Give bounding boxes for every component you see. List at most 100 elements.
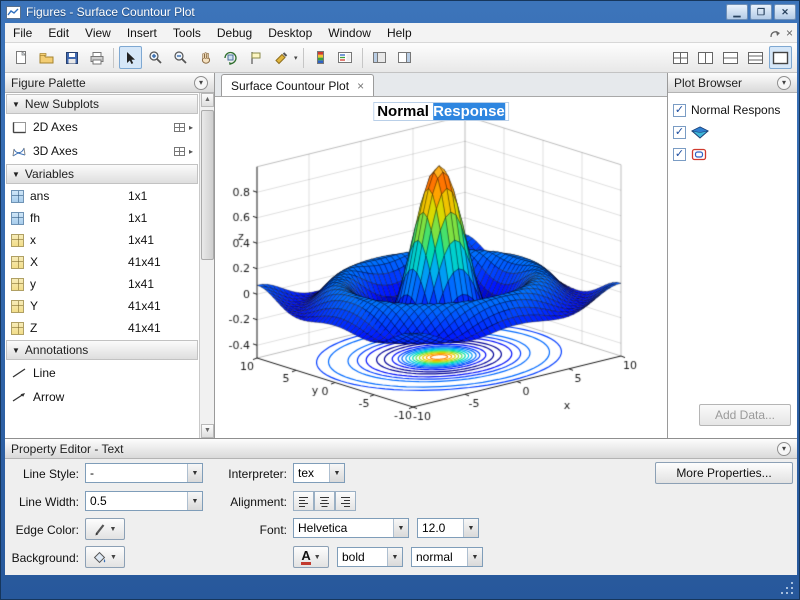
annotation-item-line[interactable]: Line [5,361,199,385]
resize-grip[interactable] [779,580,793,594]
print-icon[interactable] [85,46,108,69]
plot-title-text[interactable]: Normal [377,103,433,120]
variable-row[interactable]: fh1x1 [5,207,199,229]
brush-icon[interactable] [269,46,292,69]
edge-color-button[interactable]: ▼ [85,518,125,540]
scroll-up-icon[interactable]: ▲ [201,93,214,107]
plot-title-selected-text[interactable]: Response [433,103,505,120]
add-data-button[interactable]: Add Data... [699,404,791,426]
section-annotations[interactable]: ▼ Annotations [6,340,198,360]
hide-plot-tools-icon[interactable] [368,46,391,69]
chevron-down-icon[interactable]: ▼ [393,519,408,537]
menu-tools[interactable]: Tools [165,24,209,42]
variable-row[interactable]: Y41x41 [5,295,199,317]
restore-button[interactable]: ❐ [750,4,772,20]
variable-row[interactable]: ans1x1 [5,185,199,207]
zoom-in-icon[interactable] [144,46,167,69]
expand-arrow-icon[interactable]: ▸ [189,123,193,132]
scroll-down-icon[interactable]: ▼ [201,424,214,438]
save-figure-icon[interactable] [60,46,83,69]
layout-grid-icon[interactable] [669,46,692,69]
insert-colorbar-icon[interactable] [309,46,332,69]
plot-title[interactable]: Normal Response [373,102,509,121]
zoom-out-icon[interactable] [169,46,192,69]
font-color-button[interactable]: A ▼ [293,546,329,568]
chevron-down-icon[interactable]: ▼ [463,519,478,537]
panel-menu-icon[interactable]: ▾ [194,76,208,90]
chevron-down-icon[interactable]: ▼ [187,492,202,510]
variable-row[interactable]: Z41x41 [5,317,199,339]
menu-insert[interactable]: Insert [119,24,165,42]
annotation-item-arrow[interactable]: Arrow [5,385,199,409]
font-size-combo[interactable]: 12.0▼ [417,518,479,538]
chevron-down-icon[interactable]: ▼ [467,548,482,566]
variable-row[interactable]: x1x41 [5,229,199,251]
panel-menu-icon[interactable]: ▾ [777,442,791,456]
panel-menu-icon[interactable]: ▾ [777,76,791,90]
plot-browser-header[interactable]: Plot Browser ▾ [668,73,797,93]
align-left-button[interactable] [293,491,314,511]
menu-view[interactable]: View [77,24,119,42]
scroll-thumb[interactable] [201,110,214,260]
line-width-combo[interactable]: 0.5▼ [85,491,203,511]
variable-row[interactable]: y1x41 [5,273,199,295]
subplot-grid-icon[interactable] [173,122,186,133]
menu-edit[interactable]: Edit [40,24,77,42]
subplot-grid-icon[interactable] [173,146,186,157]
open-file-icon[interactable] [35,46,58,69]
line-style-combo[interactable]: -▼ [85,463,203,483]
variable-row[interactable]: X41x41 [5,251,199,273]
show-plot-tools-icon[interactable] [393,46,416,69]
palette-item-2d-axes[interactable]: 2D Axes ▸ [5,115,199,139]
plot-canvas[interactable] [215,97,667,438]
checkbox[interactable]: ✓ [673,148,686,161]
background-color-button[interactable]: ▼ [85,546,125,568]
align-center-button[interactable] [314,491,335,511]
menu-window[interactable]: Window [320,24,379,42]
brush-dropdown-icon[interactable]: ▾ [294,54,298,62]
edit-plot-icon[interactable] [119,46,142,69]
menu-help[interactable]: Help [379,24,420,42]
close-button[interactable]: ✕ [774,4,796,20]
tab-surface-contour-plot[interactable]: Surface Countour Plot × [221,74,374,96]
layout-left-right-icon[interactable] [694,46,717,69]
section-new-subplots[interactable]: ▼ New Subplots [6,94,198,114]
undock-icon[interactable] [769,27,782,39]
layout-rows-icon[interactable] [744,46,767,69]
chevron-down-icon[interactable]: ▼ [110,554,117,561]
menu-file[interactable]: File [5,24,40,42]
align-right-button[interactable] [335,491,356,511]
layout-top-bottom-icon[interactable] [719,46,742,69]
insert-legend-icon[interactable] [334,46,357,69]
pan-icon[interactable] [194,46,217,69]
data-cursor-icon[interactable] [244,46,267,69]
menu-desktop[interactable]: Desktop [260,24,320,42]
font-name-combo[interactable]: Helvetica▼ [293,518,409,538]
rotate-3d-icon[interactable] [219,46,242,69]
chevron-down-icon[interactable]: ▼ [387,548,402,566]
menu-close-icon[interactable]: × [786,26,793,40]
interpreter-combo[interactable]: tex▼ [293,463,345,483]
checkbox[interactable]: ✓ [673,104,686,117]
chevron-down-icon[interactable]: ▼ [329,464,344,482]
layout-single-icon[interactable] [769,46,792,69]
more-properties-button[interactable]: More Properties... [655,462,793,484]
browser-item-contour[interactable]: ✓ [668,143,797,165]
palette-scrollbar[interactable]: ▲ ▼ [199,93,214,438]
font-angle-combo[interactable]: normal▼ [411,547,483,567]
new-figure-icon[interactable] [10,46,33,69]
figure-palette-header[interactable]: Figure Palette ▾ [5,73,214,93]
browser-item-title[interactable]: ✓ Normal Respons [668,99,797,121]
chevron-down-icon[interactable]: ▼ [187,464,202,482]
font-weight-combo[interactable]: bold▼ [337,547,403,567]
chevron-down-icon[interactable]: ▼ [110,526,117,533]
tab-close-icon[interactable]: × [357,81,364,91]
section-variables[interactable]: ▼ Variables [6,164,198,184]
chevron-down-icon[interactable]: ▼ [314,554,321,561]
palette-item-3d-axes[interactable]: 3D Axes ▸ [5,139,199,163]
titlebar[interactable]: Figures - Surface Countour Plot ▁ ❐ ✕ [1,1,800,23]
expand-arrow-icon[interactable]: ▸ [189,147,193,156]
property-editor-header[interactable]: Property Editor - Text ▾ [5,439,797,459]
browser-item-surface[interactable]: ✓ [668,121,797,143]
minimize-button[interactable]: ▁ [726,4,748,20]
